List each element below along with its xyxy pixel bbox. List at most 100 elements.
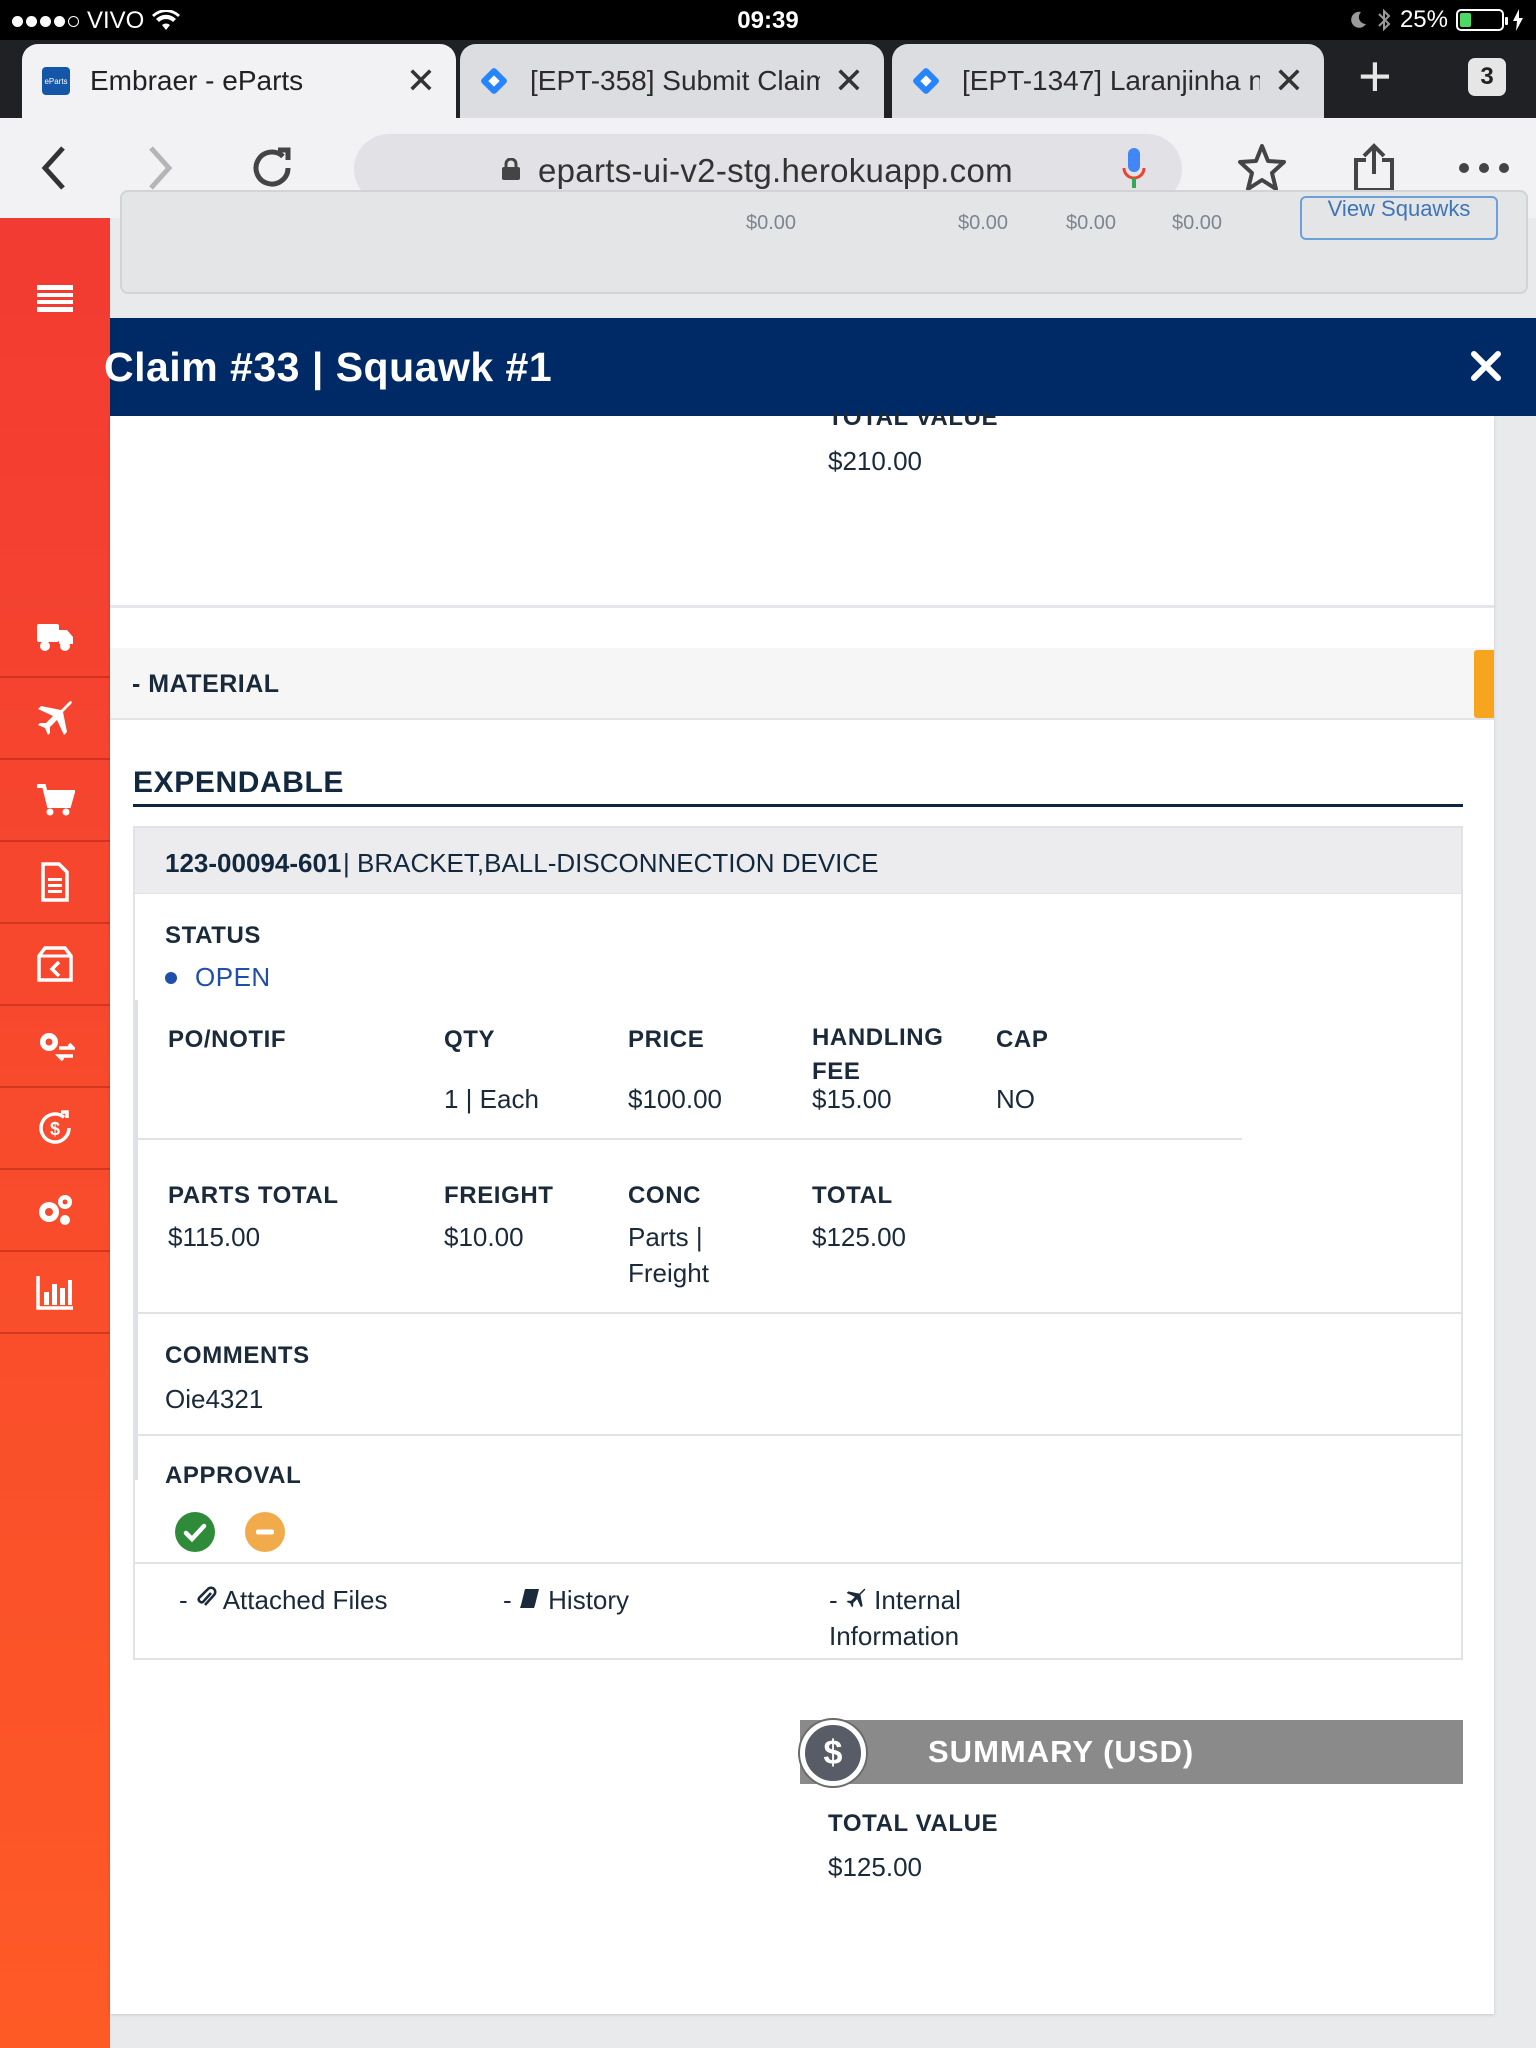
back-button[interactable] <box>26 140 82 196</box>
tab-count-button[interactable]: 3 <box>1468 58 1506 96</box>
view-squawks-button[interactable]: View Squawks <box>1300 196 1498 240</box>
sidebar-item-cart[interactable] <box>0 760 110 842</box>
divider <box>135 1434 1461 1436</box>
jira-icon <box>480 67 508 95</box>
previous-summary-block <box>110 416 1494 608</box>
chevron-left-icon <box>41 146 65 190</box>
tab-eparts[interactable]: eParts Embraer - eParts ✕ <box>22 44 456 118</box>
battery-percent: 25% <box>1399 6 1448 33</box>
bookmark-button[interactable] <box>1234 140 1290 196</box>
sidebar: $ <box>0 218 110 2048</box>
background-value: $0.00 <box>1066 212 1117 234</box>
share-button[interactable] <box>1346 140 1402 196</box>
material-section-header[interactable]: - MATERIAL <box>110 648 1494 720</box>
parts-total-label: PARTS TOTAL <box>168 1182 339 1209</box>
summary-total-label: TOTAL VALUE <box>828 1810 999 1837</box>
modal-title: Claim #33 | Squawk #1 <box>104 344 553 390</box>
sidebar-item-shipping[interactable] <box>0 596 110 678</box>
sidebar-item-settings[interactable] <box>0 1170 110 1252</box>
price-value: $100.00 <box>628 1084 722 1114</box>
divider <box>138 1138 1242 1140</box>
forward-button[interactable] <box>132 140 188 196</box>
part-item-card: 123-00094-601 | BRACKET,BALL-DISCONNECTI… <box>133 826 1463 1660</box>
more-icon <box>1459 163 1509 173</box>
comments-value: Oie4321 <box>165 1384 264 1414</box>
freight-label: FREIGHT <box>444 1182 554 1209</box>
airplane-icon <box>846 1588 866 1608</box>
clock: 09:39 <box>737 7 799 34</box>
more-menu-button[interactable] <box>1456 140 1512 196</box>
bar-chart-icon <box>36 1276 73 1310</box>
part-number: 123-00094-601 <box>165 848 342 878</box>
total-label: TOTAL <box>812 1182 893 1209</box>
link-prefix: - <box>503 1585 512 1615</box>
handling-fee-label: HANDLING <box>812 1024 944 1051</box>
item-details-grid: PO/NOTIF QTY 1 | Each PRICE $100.00 HAND… <box>135 1000 1461 1480</box>
status-label: STATUS <box>165 922 262 949</box>
history-link[interactable]: - History <box>503 1582 629 1618</box>
divider <box>133 804 1463 807</box>
tab-ept-1347[interactable]: [EPT-1347] Laranjinha n ✕ <box>892 44 1324 118</box>
expendable-title: EXPENDABLE <box>133 766 345 799</box>
gears-exchange-icon <box>40 1033 75 1062</box>
close-icon[interactable]: ✕ <box>406 63 436 99</box>
paperclip-icon <box>197 1586 217 1606</box>
url-text: eparts-ui-v2-stg.herokuapp.com <box>538 152 1013 189</box>
approval-label: APPROVAL <box>165 1462 302 1489</box>
internal-information-label: Information <box>829 1621 960 1651</box>
price-label: PRICE <box>628 1026 705 1053</box>
chevron-right-icon <box>149 146 173 190</box>
summary-header: SUMMARY (USD) <box>800 1720 1463 1784</box>
microphone-icon[interactable] <box>1122 148 1146 190</box>
dollar-icon: $ <box>800 1720 866 1786</box>
box-return-icon <box>37 946 73 982</box>
airplane-icon <box>38 701 72 735</box>
settings-icon <box>39 1195 72 1225</box>
tab-title: [EPT-1347] Laranjinha n <box>962 65 1260 96</box>
charging-icon <box>1513 9 1523 31</box>
sidebar-item-finance[interactable]: $ <box>0 1088 110 1170</box>
tab-ept-358[interactable]: [EPT-358] Submit Claim ✕ <box>460 44 884 118</box>
cart-icon <box>37 784 75 816</box>
sidebar-menu-toggle[interactable] <box>0 258 110 340</box>
close-icon[interactable] <box>1462 342 1510 390</box>
background-value: $0.00 <box>958 212 1009 234</box>
sidebar-item-exchange[interactable] <box>0 1006 110 1088</box>
handling-fee-label: FEE <box>812 1058 861 1085</box>
qty-label: QTY <box>444 1026 496 1053</box>
section-title: - MATERIAL <box>132 670 280 698</box>
conc-label: CONC <box>628 1182 702 1209</box>
prev-total-value: $210.00 <box>828 446 922 476</box>
reload-button[interactable] <box>244 140 300 196</box>
approved-check-icon[interactable] <box>175 1512 215 1552</box>
cap-label: CAP <box>996 1026 1049 1053</box>
svg-text:$: $ <box>50 1119 60 1139</box>
attached-files-link[interactable]: - Attached Files <box>179 1582 387 1618</box>
status-right: 25% <box>1348 6 1524 34</box>
close-icon[interactable]: ✕ <box>1274 63 1304 99</box>
background-value: $0.00 <box>746 212 797 234</box>
sidebar-item-documents[interactable] <box>0 842 110 924</box>
reload-icon <box>253 147 291 187</box>
link-prefix: - <box>179 1585 188 1615</box>
sidebar-item-reports[interactable] <box>0 1252 110 1334</box>
browser-tab-bar: eParts Embraer - eParts ✕ [EPT-358] Subm… <box>0 40 1536 118</box>
pending-minus-icon[interactable] <box>245 1512 285 1552</box>
total-value: $125.00 <box>812 1222 906 1252</box>
eparts-logo-icon: eParts <box>42 67 70 95</box>
internal-information-link[interactable]: - Internal Information <box>829 1582 961 1654</box>
sidebar-item-aircraft[interactable] <box>0 678 110 760</box>
section-accent <box>1474 650 1494 718</box>
modal-header: Claim #33 | Squawk #1 <box>104 318 1536 416</box>
battery-icon <box>1456 9 1508 31</box>
attached-files-label: Attached Files <box>222 1585 388 1615</box>
part-description: | BRACKET,BALL-DISCONNECTION DEVICE <box>343 848 879 878</box>
sidebar-item-returns[interactable] <box>0 924 110 1006</box>
status-value: OPEN <box>195 962 271 992</box>
new-tab-button[interactable]: + <box>1358 48 1392 106</box>
close-icon[interactable]: ✕ <box>834 63 864 99</box>
tab-title: Embraer - eParts <box>90 65 304 96</box>
truck-icon <box>37 624 73 651</box>
status-bar: VIVO 09:39 25% <box>0 0 1536 40</box>
qty-value: 1 | Each <box>444 1084 539 1114</box>
